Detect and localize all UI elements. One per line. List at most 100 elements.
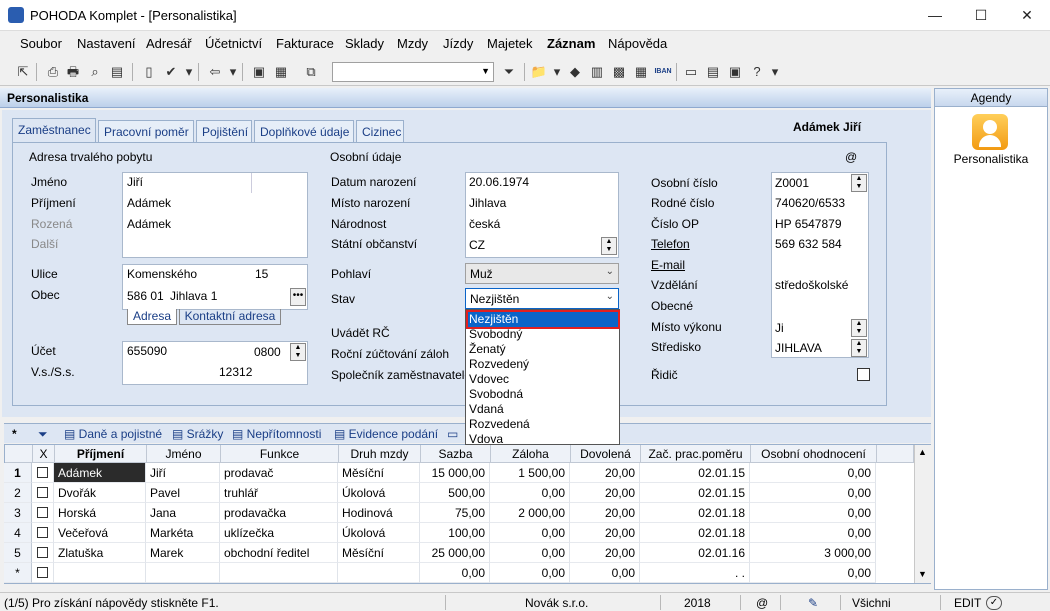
option-zenaty[interactable]: Ženatý — [468, 342, 618, 357]
cell-prijmeni[interactable]: Horská — [54, 503, 146, 523]
statni-obcanstvi-field[interactable]: CZ — [469, 238, 485, 252]
obec-lookup-button[interactable]: ••• — [290, 288, 306, 306]
cell-zaloha[interactable]: 0,00 — [490, 483, 570, 503]
cell-zaloha[interactable]: 0,00 — [490, 543, 570, 563]
personalistika-icon[interactable] — [972, 114, 1008, 150]
menu-ucetnictvi[interactable]: Účetnictví — [205, 36, 262, 51]
cell-sazba[interactable]: 500,00 — [420, 483, 490, 503]
menu-sklady[interactable]: Sklady — [345, 36, 384, 51]
telefon-field[interactable]: 569 632 584 — [775, 237, 842, 251]
quick-search-combo[interactable]: ▼ — [332, 62, 494, 82]
tab-evidence-podani[interactable]: ▤ Evidence podání — [334, 427, 438, 441]
new-record-icon[interactable]: ▯ — [140, 63, 158, 81]
chevron-down-icon[interactable]: ▾ — [548, 63, 566, 81]
cell-funkce[interactable] — [220, 563, 338, 583]
status-filter[interactable]: Všichni — [852, 596, 891, 610]
col-x-header[interactable]: X — [33, 445, 55, 463]
cell-druh-mzdy[interactable] — [338, 563, 420, 583]
cislo-field[interactable]: 15 — [255, 267, 268, 281]
filter-icon[interactable]: ⏷ — [500, 63, 518, 81]
row-checkbox[interactable] — [37, 467, 48, 478]
grid-scrollbar[interactable]: ▲ ▼ — [914, 445, 931, 583]
check-circle-icon[interactable]: ✓ — [986, 596, 1002, 610]
menu-majetek[interactable]: Majetek — [487, 36, 533, 51]
row-checkbox-cell[interactable] — [32, 463, 54, 483]
cell-funkce[interactable]: uklízečka — [220, 523, 338, 543]
tab-zamestnanec[interactable]: Zaměstnanec — [12, 118, 96, 143]
obec-field[interactable]: Jihlava 1 — [170, 289, 217, 303]
col-dovolena-header[interactable]: Dovolená — [571, 445, 641, 463]
narodnost-field[interactable]: česká — [469, 217, 500, 231]
cell-funkce[interactable]: prodavačka — [220, 503, 338, 523]
cell-jmeno[interactable] — [146, 563, 220, 583]
row-checkbox-cell[interactable] — [32, 543, 54, 563]
cell-druh-mzdy[interactable]: Měsíční — [338, 543, 420, 563]
tab-nepritomnosti[interactable]: ▤ Nepřítomnosti — [232, 427, 321, 441]
check-icon[interactable]: ✔ — [162, 63, 180, 81]
tab-doplnkove-udaje[interactable]: Doplňkové údaje — [254, 120, 354, 142]
tab-pojisteni[interactable]: Pojištění — [196, 120, 252, 142]
chevron-down-icon[interactable]: ▾ — [180, 63, 198, 81]
col-prijmeni-header[interactable]: Příjmení — [55, 445, 147, 463]
cell-druh-mzdy[interactable]: Měsíční — [338, 463, 420, 483]
ridic-checkbox[interactable] — [857, 368, 870, 381]
calculator-icon[interactable]: ▩ — [610, 63, 628, 81]
cell-osobni-ohodnoceni[interactable]: 0,00 — [750, 463, 876, 483]
chevron-down-icon[interactable]: ▾ — [224, 63, 242, 81]
cell-osobni-ohodnoceni[interactable]: 3 000,00 — [750, 543, 876, 563]
cell-funkce[interactable]: obchodní ředitel — [220, 543, 338, 563]
cell-funkce[interactable]: prodavač — [220, 463, 338, 483]
table-row[interactable]: 5 Zlatuška Marek obchodní ředitel Měsíčn… — [4, 543, 909, 563]
cell-druh-mzdy[interactable]: Úkolová — [338, 483, 420, 503]
copy-icon[interactable]: ⧉ — [302, 63, 320, 81]
misto-vykonu-field[interactable]: Ji — [775, 321, 784, 335]
message-icon[interactable]: ▭ — [682, 63, 700, 81]
table-row[interactable]: 1 Adámek Jiří prodavač Měsíční 15 000,00… — [4, 463, 909, 483]
obcanstvi-spin-button[interactable]: ▲ ▼ — [601, 237, 617, 255]
cell-zaloha[interactable]: 0,00 — [490, 523, 570, 543]
table-icon[interactable]: ▥ — [588, 63, 606, 81]
cell-zaloha[interactable]: 2 000,00 — [490, 503, 570, 523]
option-svobodny[interactable]: Svobodný — [468, 327, 618, 342]
tab-srazky[interactable]: ▤ Srážky — [172, 427, 223, 441]
scroll-up-icon[interactable]: ▲ — [918, 447, 927, 457]
kod-banky-field[interactable]: 0800 — [254, 345, 281, 359]
ulice-field[interactable]: Komenského — [127, 267, 197, 281]
agenda-icon[interactable]: ⇱ — [14, 63, 32, 81]
new-row[interactable]: * 0,00 0,00 0,00 . . 0,00 — [4, 563, 909, 583]
cell-druh-mzdy[interactable]: Hodinová — [338, 503, 420, 523]
minimize-button[interactable]: — — [912, 0, 958, 31]
cell-osobni-ohodnoceni[interactable]: 0,00 — [750, 483, 876, 503]
cell-zac-prac-pomeru[interactable]: 02.01.16 — [640, 543, 750, 563]
status-year[interactable]: 2018 — [684, 596, 711, 610]
menu-nastaveni[interactable]: Nastavení — [77, 36, 136, 51]
stredisko-field[interactable]: JIHLAVA — [775, 341, 822, 355]
row-checkbox-cell[interactable] — [32, 523, 54, 543]
filter-icon[interactable]: ⏷ — [38, 427, 48, 442]
iban-icon[interactable]: IBAN — [654, 63, 672, 81]
option-rozvedeny[interactable]: Rozvedený — [468, 357, 618, 372]
row-checkbox[interactable] — [37, 487, 48, 498]
cell-dovolena[interactable]: 20,00 — [570, 503, 640, 523]
document-icon[interactable]: ▣ — [726, 63, 744, 81]
maximize-button[interactable]: ☐ — [958, 0, 1004, 31]
option-nezjisten[interactable]: Nezjištěn — [466, 310, 620, 329]
stav-select[interactable]: Nezjištěn ⌄ — [465, 288, 619, 309]
row-checkbox[interactable] — [37, 507, 48, 518]
report-icon[interactable]: ▤ — [108, 63, 126, 81]
misto-narozeni-field[interactable]: Jihlava — [469, 196, 506, 210]
cell-jmeno[interactable]: Jana — [146, 503, 220, 523]
col-zaloha-header[interactable]: Záloha — [491, 445, 571, 463]
menu-napoveda[interactable]: Nápověda — [608, 36, 667, 51]
cell-jmeno[interactable]: Pavel — [146, 483, 220, 503]
col-sazba-header[interactable]: Sazba — [421, 445, 491, 463]
option-vdova[interactable]: Vdova — [468, 432, 618, 447]
menu-adresar[interactable]: Adresář — [146, 36, 192, 51]
osobni-cislo-spin-button[interactable]: ▲ ▼ — [851, 174, 867, 192]
menu-fakturace[interactable]: Fakturace — [276, 36, 334, 51]
cell-prijmeni[interactable]: Adámek — [54, 463, 146, 483]
email-at-icon[interactable]: @ — [845, 150, 857, 164]
tab-dane-a-pojistne[interactable]: ▤ Daně a pojistné — [64, 427, 162, 441]
cell-dovolena[interactable]: 20,00 — [570, 543, 640, 563]
osobni-cislo-field[interactable]: Z0001 — [775, 176, 809, 190]
